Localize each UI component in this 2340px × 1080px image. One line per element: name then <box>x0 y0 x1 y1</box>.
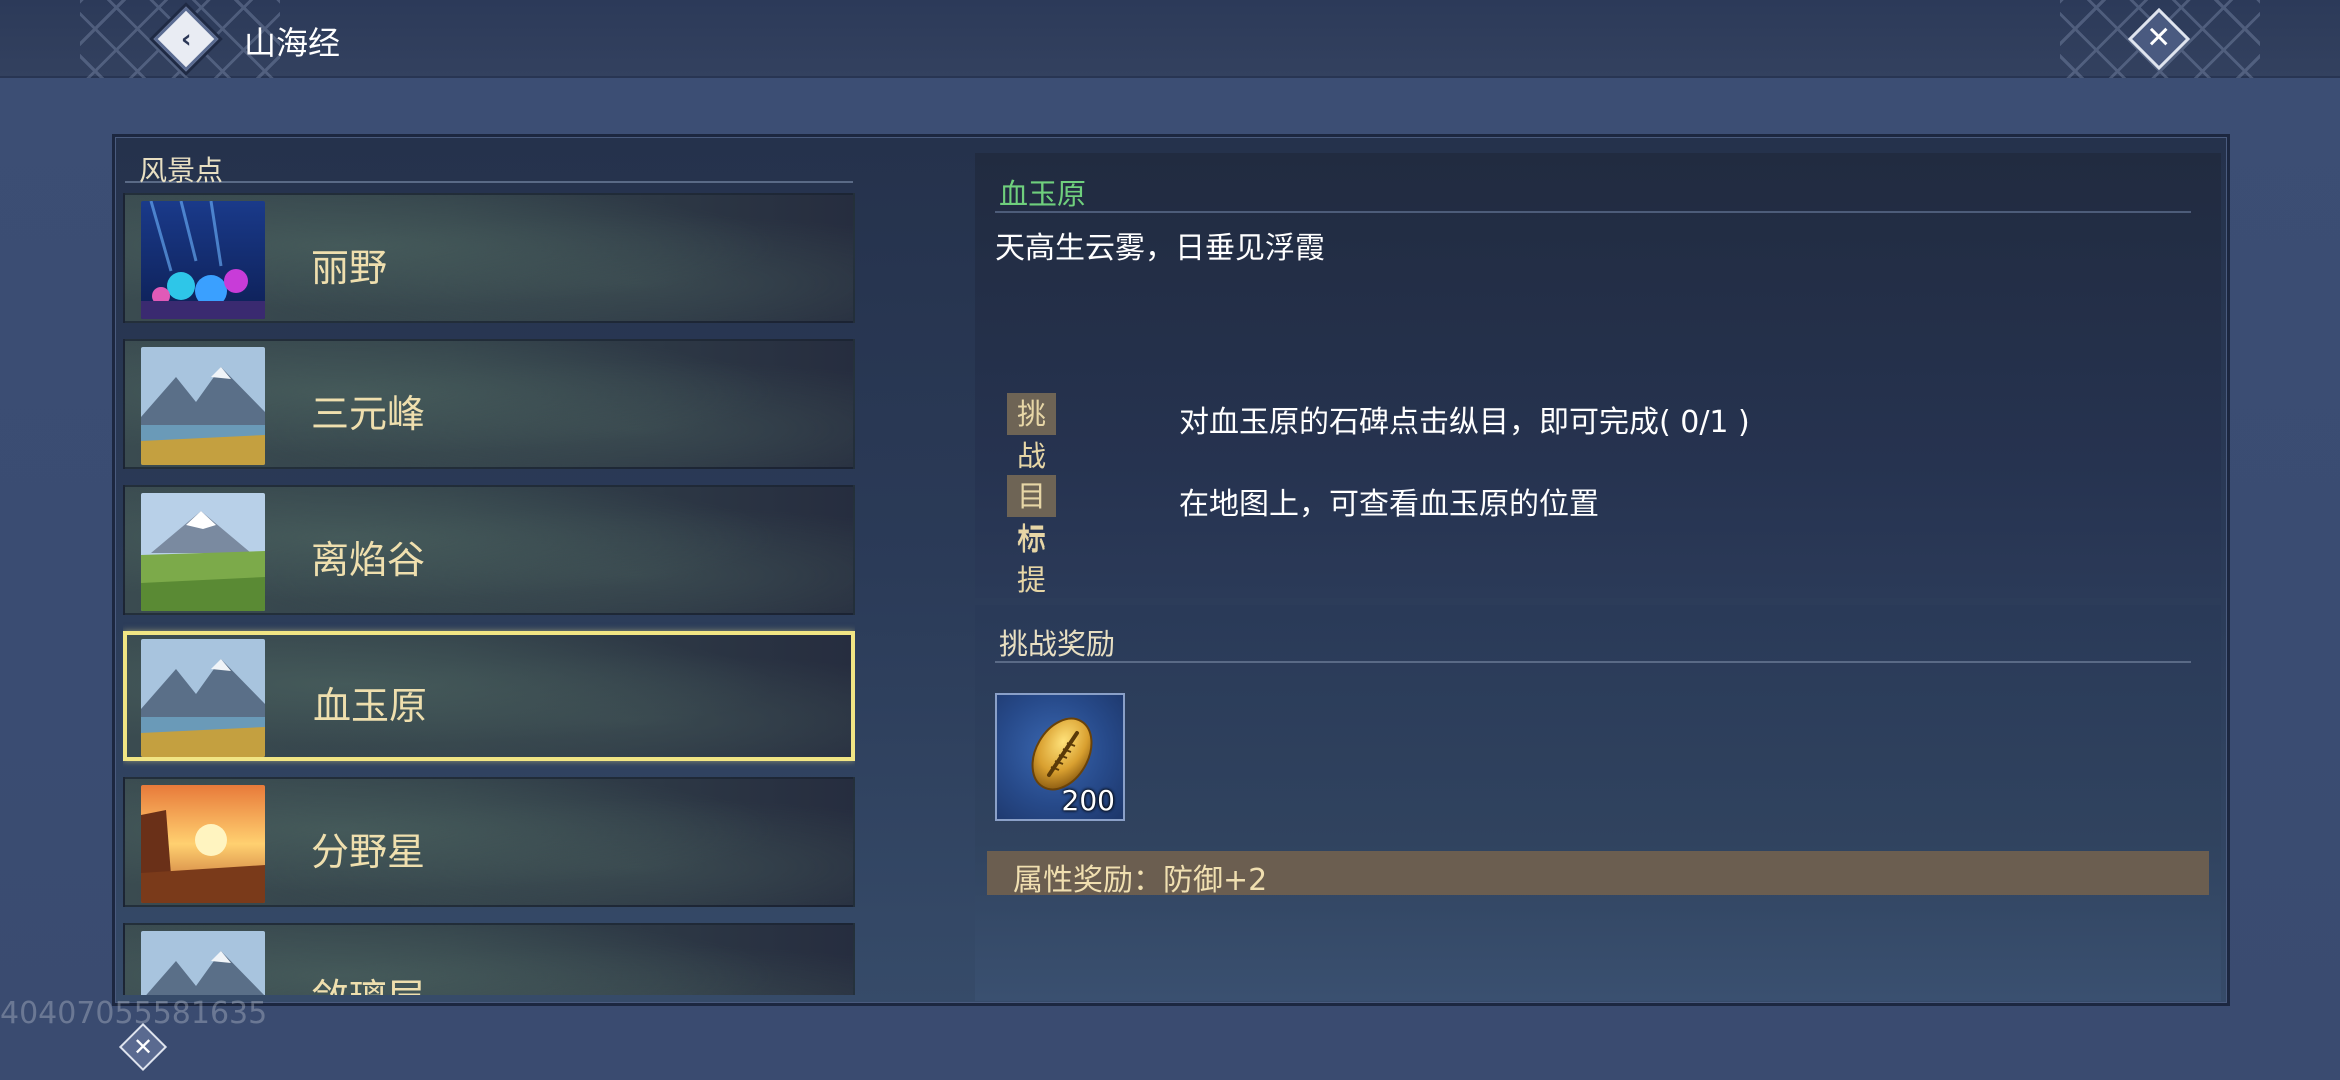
mountain-lake-thumbnail-icon <box>141 347 265 465</box>
underwater-thumbnail-icon <box>141 201 265 319</box>
sunset-rock-thumbnail-icon <box>141 785 265 903</box>
scenic-label: 血玉原 <box>313 684 428 728</box>
scenic-item-sanyuanfeng[interactable]: 三元峰 <box>123 339 855 469</box>
divider <box>995 211 2191 213</box>
reward-count: 200 <box>1061 784 1115 817</box>
close-diamond-icon: ✕ <box>118 1022 168 1072</box>
list-header: 风景点 <box>125 145 853 187</box>
mountain-lake-thumbnail-icon <box>141 639 265 757</box>
scenic-label: 三元峰 <box>311 392 426 436</box>
reward-item-slot[interactable]: 200 <box>995 693 1125 821</box>
scenic-label: 离焰谷 <box>311 538 426 582</box>
location-description: 天高生云雾，日垂见浮霞 <box>995 231 1325 266</box>
scenic-list[interactable]: 丽野 三元峰 离焰谷 血玉原 分野星 <box>123 193 855 995</box>
location-title: 血玉原 <box>999 177 1087 211</box>
scenic-label: 分野星 <box>311 830 426 874</box>
scenic-label: 敛璃层 <box>311 967 425 995</box>
attribute-reward-bar: 属性奖励：防御+2 <box>987 851 2209 898</box>
scenic-thumbnail <box>141 201 265 319</box>
scenic-item-liyangu[interactable]: 离焰谷 <box>123 485 855 615</box>
scenic-item-xueyuyuan[interactable]: 血玉原 <box>123 631 855 761</box>
challenge-goal-text: 对血玉原的石碑点击纵目，即可完成( 0/1 ) <box>1179 405 1750 440</box>
page-title: 山海经 <box>244 24 341 62</box>
goal-hint-text: 在地图上，可查看血玉原的位置 <box>1179 487 1599 522</box>
list-header-label: 风景点 <box>139 154 224 187</box>
mountain-lake-thumbnail-icon <box>141 931 265 995</box>
scenic-item-partial[interactable]: 敛璃层 <box>123 923 855 995</box>
challenge-goal-tag: 挑战目标 <box>1007 393 1057 557</box>
back-diamond-icon: ‹ <box>153 6 219 72</box>
main-panel: 风景点 丽野 三元峰 离焰谷 血玉原 分野星 血玉原 天高生云雾，日垂见浮霞 挑… <box>112 134 2230 1006</box>
scenic-thumbnail <box>141 639 265 757</box>
attribute-reward-text: 属性奖励：防御+2 <box>1013 863 1268 898</box>
close-button[interactable]: ✕ <box>2124 4 2194 74</box>
snow-peak-meadow-thumbnail-icon <box>141 493 265 611</box>
close-diamond-icon: ✕ <box>2127 7 2191 71</box>
scenic-item-fenyexing[interactable]: 分野星 <box>123 777 855 907</box>
reward-panel: 挑战奖励 200 属性奖励：防御+2 <box>975 605 2221 1001</box>
scenic-thumbnail <box>141 493 265 611</box>
scenic-thumbnail <box>141 931 265 995</box>
close-icon: ✕ <box>132 1032 154 1061</box>
scenic-thumbnail <box>141 347 265 465</box>
scenic-thumbnail <box>141 785 265 903</box>
divider <box>995 661 2191 663</box>
bottom-close-button[interactable]: ✕ <box>118 1022 168 1072</box>
chevron-left-icon: ‹ <box>180 24 192 54</box>
goal-hint-tag: 目标提示 <box>1007 475 1057 639</box>
scenic-label: 丽野 <box>311 246 388 290</box>
close-icon: ✕ <box>2146 20 2172 56</box>
reward-title: 挑战奖励 <box>999 627 1116 661</box>
top-bar: ‹ 山海经 ✕ <box>0 0 2340 78</box>
scenic-item-liye[interactable]: 丽野 <box>123 193 855 323</box>
detail-panel: 血玉原 天高生云雾，日垂见浮霞 挑战目标 对血玉原的石碑点击纵目，即可完成( 0… <box>975 153 2221 639</box>
back-button[interactable]: ‹ <box>150 6 222 72</box>
